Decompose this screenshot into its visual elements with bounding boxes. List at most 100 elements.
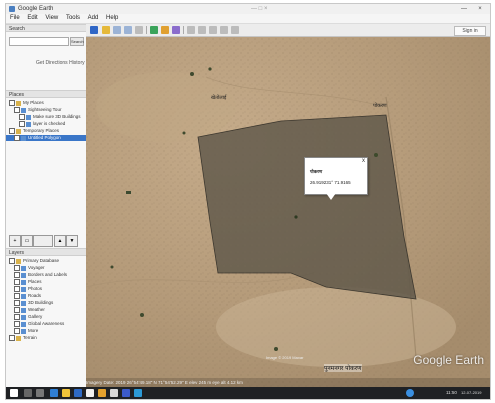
hide-sidebar-icon[interactable]	[90, 26, 98, 34]
blank-field[interactable]	[33, 235, 53, 247]
checkbox[interactable]	[9, 335, 15, 341]
search-panel-header[interactable]: Search	[6, 24, 86, 32]
tree-item[interactable]: Sightseeing Tour	[6, 107, 86, 113]
store-icon[interactable]	[74, 389, 82, 397]
checkbox[interactable]	[14, 314, 20, 320]
checkbox[interactable]	[14, 272, 20, 278]
app-icon[interactable]	[110, 389, 118, 397]
tree-item[interactable]: Temporary Places	[6, 128, 86, 134]
checkbox[interactable]	[14, 107, 20, 113]
google-earth-taskbar-icon[interactable]	[134, 389, 142, 397]
task-view-icon[interactable]	[36, 389, 44, 397]
window-controls-text: — □ ×	[251, 6, 268, 12]
checkbox[interactable]	[9, 100, 15, 106]
checkbox[interactable]	[19, 114, 25, 120]
chrome-icon[interactable]	[98, 389, 106, 397]
tree-item[interactable]: Voyager	[6, 265, 86, 271]
down-arrow-icon[interactable]: ▼	[66, 235, 78, 247]
checkbox[interactable]	[14, 265, 20, 271]
map-place-label[interactable]: खेतोलाई	[211, 95, 226, 101]
tree-item[interactable]: Places	[6, 279, 86, 285]
print-icon[interactable]	[209, 26, 217, 34]
info-balloon[interactable]: x पोकरण 26.919231° 71.9165	[304, 157, 368, 195]
tree-item[interactable]: Photos	[6, 286, 86, 292]
windows-start-icon[interactable]	[10, 389, 18, 397]
app-icon[interactable]	[122, 389, 130, 397]
tree-item[interactable]: Global Awareness	[6, 321, 86, 327]
menu-view[interactable]: View	[45, 15, 58, 21]
app-icon[interactable]	[86, 389, 94, 397]
checkbox[interactable]	[14, 279, 20, 285]
tree-item[interactable]: layer is checked	[6, 121, 86, 127]
checkbox[interactable]	[9, 128, 15, 134]
folder-icon	[16, 128, 21, 134]
checkbox[interactable]	[14, 300, 20, 306]
checkbox[interactable]	[14, 135, 20, 141]
tray-date[interactable]: 12-07-2019	[461, 387, 481, 399]
places-panel-header[interactable]: Places	[6, 90, 86, 98]
menu-file[interactable]: File	[10, 15, 20, 21]
path-icon[interactable]	[124, 26, 132, 34]
checkbox[interactable]	[19, 121, 25, 127]
menu-tools[interactable]: Tools	[66, 15, 80, 21]
checkbox[interactable]	[14, 321, 20, 327]
checkbox[interactable]	[14, 307, 20, 313]
imagery-credit: Image © 2019 Maxar	[266, 355, 304, 360]
polygon-icon[interactable]	[113, 26, 121, 34]
minimize-button[interactable]: —	[458, 4, 470, 14]
map-view[interactable]: खेतोलाई पोकरण x पोकरण 26.919231° 71.9165…	[86, 37, 490, 387]
tree-item[interactable]: Untitled Polygon	[6, 135, 86, 141]
tree-item[interactable]: Gallery	[6, 314, 86, 320]
placemark-icon[interactable]	[102, 26, 110, 34]
folder-button[interactable]: ▭	[21, 235, 33, 247]
layers-panel-header[interactable]: Layers	[6, 248, 86, 256]
map-place-label[interactable]: पोकरण	[373, 103, 387, 109]
tree-item-label: Borders and Labels	[28, 272, 68, 278]
tree-item[interactable]: Borders and Labels	[6, 272, 86, 278]
maps-icon[interactable]	[231, 26, 239, 34]
tree-item-label: Temporary Places	[23, 128, 60, 134]
tree-item-label: Voyager	[28, 265, 45, 271]
tree-item[interactable]: Primary Database	[6, 258, 86, 264]
sun-icon[interactable]	[161, 26, 169, 34]
ruler-icon[interactable]	[187, 26, 195, 34]
sign-in-button[interactable]: Sign in	[454, 26, 486, 36]
close-button[interactable]: ×	[474, 4, 486, 14]
checkbox[interactable]	[14, 286, 20, 292]
layer-icon	[21, 107, 26, 113]
search-input[interactable]	[9, 37, 69, 46]
checkbox[interactable]	[14, 328, 20, 334]
up-arrow-icon[interactable]: ▲	[54, 235, 66, 247]
layer-icon	[21, 286, 26, 292]
checkbox[interactable]	[9, 258, 15, 264]
add-button[interactable]: +	[9, 235, 21, 247]
tree-item[interactable]: My Places	[6, 100, 86, 106]
tree-item-label: Photos	[28, 286, 43, 292]
tray-time[interactable]: 11:50	[446, 387, 457, 399]
search-icon[interactable]	[24, 389, 32, 397]
balloon-close-icon[interactable]: x	[362, 158, 365, 164]
search-hint[interactable]: Get Directions History	[36, 60, 85, 66]
file-explorer-icon[interactable]	[62, 389, 70, 397]
tree-item-label: Primary Database	[23, 258, 60, 264]
planets-icon[interactable]	[172, 26, 180, 34]
layer-icon	[21, 279, 26, 285]
historical-imagery-icon[interactable]	[150, 26, 158, 34]
checkbox[interactable]	[14, 293, 20, 299]
edge-icon[interactable]	[50, 389, 58, 397]
email-icon[interactable]	[198, 26, 206, 34]
tree-item[interactable]: Roads	[6, 293, 86, 299]
tree-item[interactable]: Make sure 3D Buildings	[6, 114, 86, 120]
save-image-icon[interactable]	[220, 26, 228, 34]
menu-edit[interactable]: Edit	[27, 15, 37, 21]
overlay-icon[interactable]	[135, 26, 143, 34]
network-icon[interactable]	[406, 389, 414, 397]
menu-help[interactable]: Help	[106, 15, 118, 21]
tree-item[interactable]: 3D Buildings	[6, 300, 86, 306]
search-button[interactable]: Search	[70, 37, 84, 46]
bottom-place-label[interactable]: पुनमनगर पोकरण	[324, 364, 362, 372]
tree-item[interactable]: Terrain	[6, 335, 86, 341]
tree-item[interactable]: Weather	[6, 307, 86, 313]
tree-item[interactable]: More	[6, 328, 86, 334]
menu-add[interactable]: Add	[88, 15, 99, 21]
